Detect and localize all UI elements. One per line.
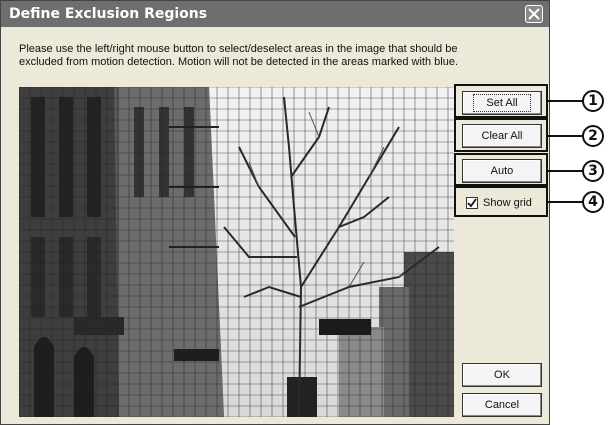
camera-image-grid[interactable] — [19, 87, 454, 417]
auto-highlight — [454, 153, 548, 186]
callout-2-leader — [548, 135, 582, 137]
ok-label: OK — [494, 369, 510, 381]
instruction-text: Please use the left/right mouse button t… — [19, 43, 459, 68]
callout-1: 1 — [582, 90, 604, 112]
close-icon — [528, 8, 540, 20]
show-grid-highlight — [454, 186, 548, 217]
cancel-button[interactable]: Cancel — [462, 393, 542, 417]
callout-2: 2 — [582, 125, 604, 147]
callout-3-leader — [548, 170, 582, 172]
close-button[interactable] — [525, 5, 543, 23]
ok-button[interactable]: OK — [462, 363, 542, 387]
callout-1-leader — [548, 100, 582, 102]
title-bar[interactable]: Define Exclusion Regions — [1, 1, 549, 27]
callout-3: 3 — [582, 160, 604, 182]
callout-4-leader — [548, 201, 582, 203]
set-all-highlight — [454, 84, 548, 118]
dialog-title: Define Exclusion Regions — [9, 6, 208, 22]
clear-all-highlight — [454, 118, 548, 152]
cancel-label: Cancel — [484, 399, 520, 411]
callout-4: 4 — [582, 191, 604, 213]
